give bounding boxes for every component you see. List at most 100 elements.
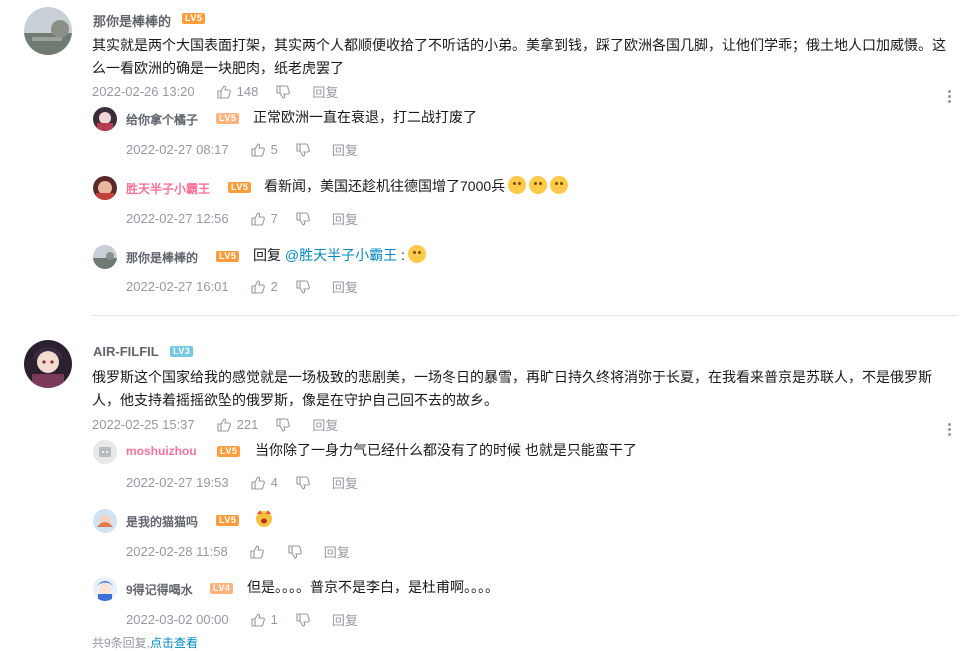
username[interactable]: 那你是棒棒的	[126, 249, 198, 266]
timestamp: 2022-02-27 19:53	[126, 475, 229, 490]
like-count: 1	[270, 612, 278, 627]
reply-meta: 2022-02-27 12:56 7 回复	[126, 209, 358, 228]
reply-meta: 2022-02-27 08:17 5 回复	[126, 140, 358, 159]
dislike-button[interactable]	[276, 84, 291, 99]
timestamp: 2022-02-27 16:01	[126, 279, 229, 294]
comment-meta: 2022-02-26 13:20 148 回复	[92, 82, 338, 101]
reply-button[interactable]: 回复	[332, 610, 358, 629]
like-button[interactable]: 4	[251, 475, 278, 490]
username[interactable]: AIR-FILFIL	[93, 344, 159, 359]
reply-text: 看新闻，美国还趁机往德国增了7000兵	[264, 175, 569, 198]
reply-button[interactable]: 回复	[332, 140, 358, 159]
timestamp: 2022-02-26 13:20	[92, 84, 195, 99]
level-badge: LV5	[216, 251, 240, 262]
avatar[interactable]	[93, 440, 117, 464]
timestamp: 2022-02-27 12:56	[126, 211, 229, 226]
username[interactable]: moshuizhou	[126, 444, 197, 458]
like-button[interactable]: 5	[251, 142, 278, 157]
avatar[interactable]	[24, 340, 72, 388]
avatar-image	[93, 107, 117, 131]
thumb-up-icon	[217, 84, 231, 99]
thumb-down-icon	[276, 417, 291, 432]
thumb-down-icon	[296, 475, 310, 490]
dislike-button[interactable]	[288, 544, 302, 559]
like-button[interactable]: 148	[217, 84, 259, 99]
dislike-button[interactable]	[296, 211, 310, 226]
timestamp: 2022-02-28 11:58	[126, 544, 228, 559]
cat-emoji-icon	[529, 176, 548, 194]
username[interactable]: 那你是棒棒的	[93, 11, 171, 30]
reply-button[interactable]: 回复	[324, 542, 350, 561]
thumb-up-icon	[250, 544, 264, 559]
level-badge: LV5	[228, 182, 252, 193]
like-button[interactable]: 1	[251, 612, 278, 627]
thumb-down-icon	[296, 612, 310, 627]
avatar[interactable]	[93, 509, 117, 533]
avatar[interactable]	[93, 107, 117, 131]
reply-button[interactable]: 回复	[332, 473, 358, 492]
reply-meta: 2022-02-28 11:58 回复	[126, 542, 350, 561]
like-button[interactable]: 2	[251, 279, 278, 294]
avatar[interactable]	[24, 7, 72, 55]
avatar[interactable]	[93, 176, 117, 200]
reply-button[interactable]: 回复	[332, 277, 358, 296]
thumb-down-icon	[296, 142, 310, 157]
thumb-down-icon	[296, 211, 310, 226]
dislike-button[interactable]	[296, 612, 310, 627]
username[interactable]: 9得记得喝水	[126, 581, 193, 598]
reply-meta: 2022-03-02 00:00 1 回复	[126, 610, 358, 629]
avatar-image	[93, 577, 117, 601]
level-badge: LV5	[216, 515, 240, 526]
username[interactable]: 给你拿个橘子	[126, 111, 198, 128]
reply-button[interactable]: 回复	[332, 209, 358, 228]
dislike-button[interactable]	[296, 142, 310, 157]
comment-text: 其实就是两个大国表面打架，其实两个人都顺便收拾了不听话的小弟。美拿到钱，踩了欧洲…	[92, 37, 946, 76]
more-options-icon[interactable]	[948, 421, 952, 438]
thumb-up-icon	[251, 211, 265, 226]
username[interactable]: 是我的猫猫吗	[126, 513, 198, 530]
cat-emoji-icon	[407, 245, 426, 263]
like-count: 221	[236, 417, 259, 432]
avatar[interactable]	[93, 577, 117, 601]
thumb-up-icon	[217, 417, 231, 432]
reply-suffix: :	[397, 247, 405, 263]
username[interactable]: 胜天半子小霸王	[126, 180, 210, 197]
reply-button[interactable]: 回复	[312, 82, 338, 101]
avatar[interactable]	[93, 245, 117, 269]
cat-emoji-icon	[508, 176, 527, 194]
more-options-icon[interactable]	[948, 88, 952, 105]
sticker-emoji-icon	[254, 508, 274, 533]
mention-link[interactable]: @胜天半子小霸王	[285, 247, 397, 263]
like-count: 148	[236, 84, 259, 99]
cat-emoji-icon	[550, 176, 569, 194]
reply-count-text: 共9条回复,	[92, 636, 151, 650]
reply-text: 但是。。。。普京不是李白，是杜甫啊。。。。	[247, 579, 499, 595]
thumb-up-icon	[251, 612, 265, 627]
dislike-button[interactable]	[276, 417, 291, 432]
reply-text: 正常欧洲一直在衰退，打二战打废了	[253, 109, 477, 125]
like-button[interactable]	[250, 544, 270, 559]
like-button[interactable]: 7	[251, 211, 278, 226]
avatar-image	[93, 176, 117, 200]
view-more-link[interactable]: 点击查看	[150, 636, 198, 650]
view-more-replies: 共9条回复,点击查看	[92, 634, 198, 651]
divider	[92, 315, 958, 316]
thumb-down-icon	[276, 84, 291, 99]
reply-prefix: 回复	[253, 247, 281, 263]
reply-text-content: 看新闻，美国还趁机往德国增了7000兵	[264, 178, 506, 194]
reply-meta: 2022-02-27 16:01 2 回复	[126, 277, 358, 296]
comment-meta: 2022-02-25 15:37 221 回复	[92, 415, 338, 434]
avatar-image	[24, 7, 72, 55]
reply-button[interactable]: 回复	[312, 415, 338, 434]
level-badge: LV5	[217, 446, 241, 457]
like-count: 5	[270, 142, 278, 157]
dislike-button[interactable]	[296, 475, 310, 490]
level-badge: LV4	[210, 583, 234, 594]
timestamp: 2022-02-25 15:37	[92, 417, 195, 432]
avatar-image	[93, 509, 117, 533]
like-button[interactable]: 221	[217, 417, 259, 432]
comment-text: 俄罗斯这个国家给我的感觉就是一场极致的悲剧美，一场冬日的暴雪，再旷日持久终将消弥…	[92, 369, 932, 408]
reply-text: 回复 @胜天半子小霸王 :	[253, 244, 426, 267]
dislike-button[interactable]	[296, 279, 310, 294]
avatar-image	[93, 440, 117, 464]
